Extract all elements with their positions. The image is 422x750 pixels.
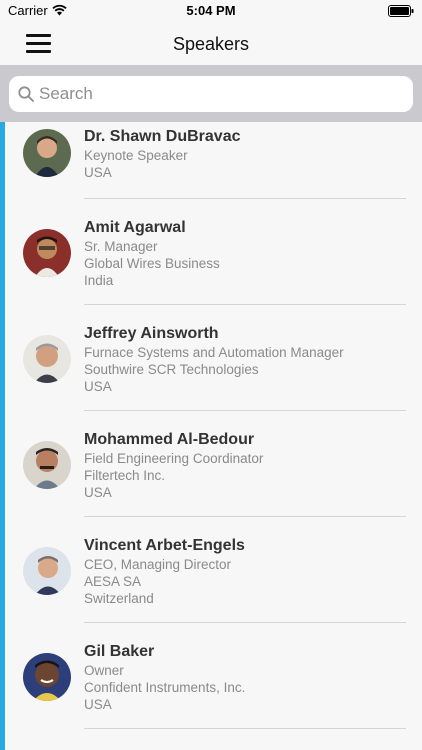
speaker-row[interactable]: Jeffrey Ainsworth Furnace Systems and Au… [5, 305, 422, 411]
avatar [23, 129, 71, 177]
speaker-name: Jeffrey Ainsworth [84, 325, 219, 342]
speaker-detail: Switzerland [84, 591, 154, 606]
status-bar: Carrier 5:04 PM [0, 0, 422, 22]
avatar [23, 229, 71, 277]
speaker-detail: USA [84, 379, 112, 394]
speaker-row[interactable]: Amit Agarwal Sr. Manager Global Wires Bu… [5, 199, 422, 305]
speaker-detail: Filtertech Inc. [84, 468, 166, 483]
speaker-detail: Owner [84, 663, 124, 678]
search-icon [18, 86, 34, 102]
speaker-detail: Sr. Manager [84, 239, 158, 254]
speaker-detail: USA [84, 485, 112, 500]
speaker-row[interactable]: Mohammed Al-Bedour Field Engineering Coo… [5, 411, 422, 517]
speaker-detail: USA [84, 697, 112, 712]
speaker-detail: Global Wires Business [84, 256, 220, 271]
speaker-detail: Furnace Systems and Automation Manager [84, 345, 344, 360]
speaker-detail: Field Engineering Coordinator [84, 451, 264, 466]
speaker-detail: Keynote Speaker [84, 148, 188, 163]
speaker-name: Dr. Shawn DuBravac [84, 128, 241, 145]
status-time: 5:04 PM [186, 3, 236, 18]
speaker-row[interactable]: Gil Baker Owner Confident Instruments, I… [5, 623, 422, 729]
speaker-detail: Southwire SCR Technologies [84, 362, 259, 377]
speaker-name: Mohammed Al-Bedour [84, 431, 255, 448]
page-title: Speakers [172, 34, 250, 54]
speaker-name: Gil Baker [84, 643, 155, 660]
search-field[interactable] [9, 76, 413, 112]
search-bar [0, 65, 422, 122]
avatar [23, 653, 71, 701]
speaker-row[interactable]: Vincent Arbet-Engels CEO, Managing Direc… [5, 517, 422, 623]
battery-icon [388, 5, 414, 17]
speaker-detail: India [84, 273, 114, 288]
speaker-name: Vincent Arbet-Engels [84, 537, 245, 554]
speaker-detail: Confident Instruments, Inc. [84, 680, 246, 695]
speaker-detail: CEO, Managing Director [84, 557, 232, 572]
nav-bar: Speakers [0, 22, 422, 65]
search-input[interactable] [39, 76, 399, 112]
speaker-detail: USA [84, 165, 112, 180]
avatar [23, 547, 71, 595]
speaker-detail: AESA SA [84, 574, 142, 589]
avatar [23, 441, 71, 489]
speaker-list[interactable]: Dr. Shawn DuBravac Keynote Speaker USA A… [0, 122, 422, 750]
row-divider [84, 728, 406, 729]
avatar [23, 335, 71, 383]
speaker-name: Amit Agarwal [84, 219, 186, 236]
